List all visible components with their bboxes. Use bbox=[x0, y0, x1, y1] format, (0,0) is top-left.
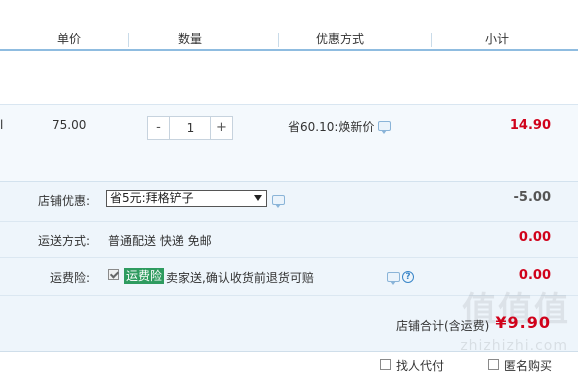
pay-by-other-label: 找人代付 bbox=[396, 359, 445, 373]
quantity-increase-button[interactable]: + bbox=[210, 117, 232, 139]
quantity-stepper: - 1 + bbox=[147, 116, 233, 140]
shipping-label: 运送方式: bbox=[37, 234, 90, 248]
item-title-edge[interactable]: l bbox=[0, 118, 3, 132]
header-divider bbox=[0, 49, 578, 51]
shop-discount-label: 店铺优惠: bbox=[37, 194, 90, 208]
shop-discount-amount: -5.00 bbox=[513, 190, 551, 205]
quantity-input[interactable]: 1 bbox=[170, 117, 211, 139]
message-icon[interactable] bbox=[378, 121, 391, 134]
insurance-checkbox[interactable] bbox=[108, 269, 119, 280]
shop-total-amount: ¥9.90 bbox=[495, 313, 551, 332]
header-subtotal: 小计 bbox=[485, 32, 510, 46]
row-divider bbox=[0, 257, 578, 258]
pay-by-other-checkbox[interactable] bbox=[380, 359, 391, 370]
header-separator bbox=[431, 33, 432, 47]
insurance-badge: 运费险 bbox=[124, 268, 165, 284]
shop-discount-selected: 省5元:拜格铲子 bbox=[110, 191, 194, 205]
insurance-description: 卖家送,确认收货前退货可赔 bbox=[166, 271, 314, 285]
insurance-label: 运费险: bbox=[49, 271, 90, 285]
header-quantity: 数量 bbox=[178, 32, 203, 46]
header-separator bbox=[278, 33, 279, 47]
item-subtotal: 14.90 bbox=[509, 118, 551, 133]
shop-discount-select[interactable]: 省5元:拜格铲子 bbox=[106, 190, 267, 207]
anonymous-label: 匿名购买 bbox=[504, 359, 553, 373]
footer-divider bbox=[0, 351, 578, 352]
help-icon[interactable]: ? bbox=[402, 271, 414, 283]
unit-price: 75.00 bbox=[52, 118, 87, 132]
insurance-amount: 0.00 bbox=[518, 268, 551, 283]
cart-item-row bbox=[0, 104, 578, 181]
anonymous-checkbox[interactable] bbox=[488, 359, 499, 370]
item-promotion: 省60.10:焕新价 bbox=[288, 120, 375, 134]
shipping-method: 普通配送 快递 免邮 bbox=[108, 234, 212, 248]
header-discount: 优惠方式 bbox=[316, 32, 365, 46]
shipping-amount: 0.00 bbox=[518, 230, 551, 245]
shop-total-label: 店铺合计(含运费) bbox=[396, 319, 490, 333]
message-icon[interactable] bbox=[387, 272, 400, 285]
header-separator bbox=[128, 33, 129, 47]
message-icon[interactable] bbox=[272, 195, 285, 208]
quantity-decrease-button[interactable]: - bbox=[148, 117, 170, 139]
header-price: 单价 bbox=[57, 32, 82, 46]
row-divider bbox=[0, 221, 578, 222]
chevron-down-icon bbox=[254, 195, 262, 201]
